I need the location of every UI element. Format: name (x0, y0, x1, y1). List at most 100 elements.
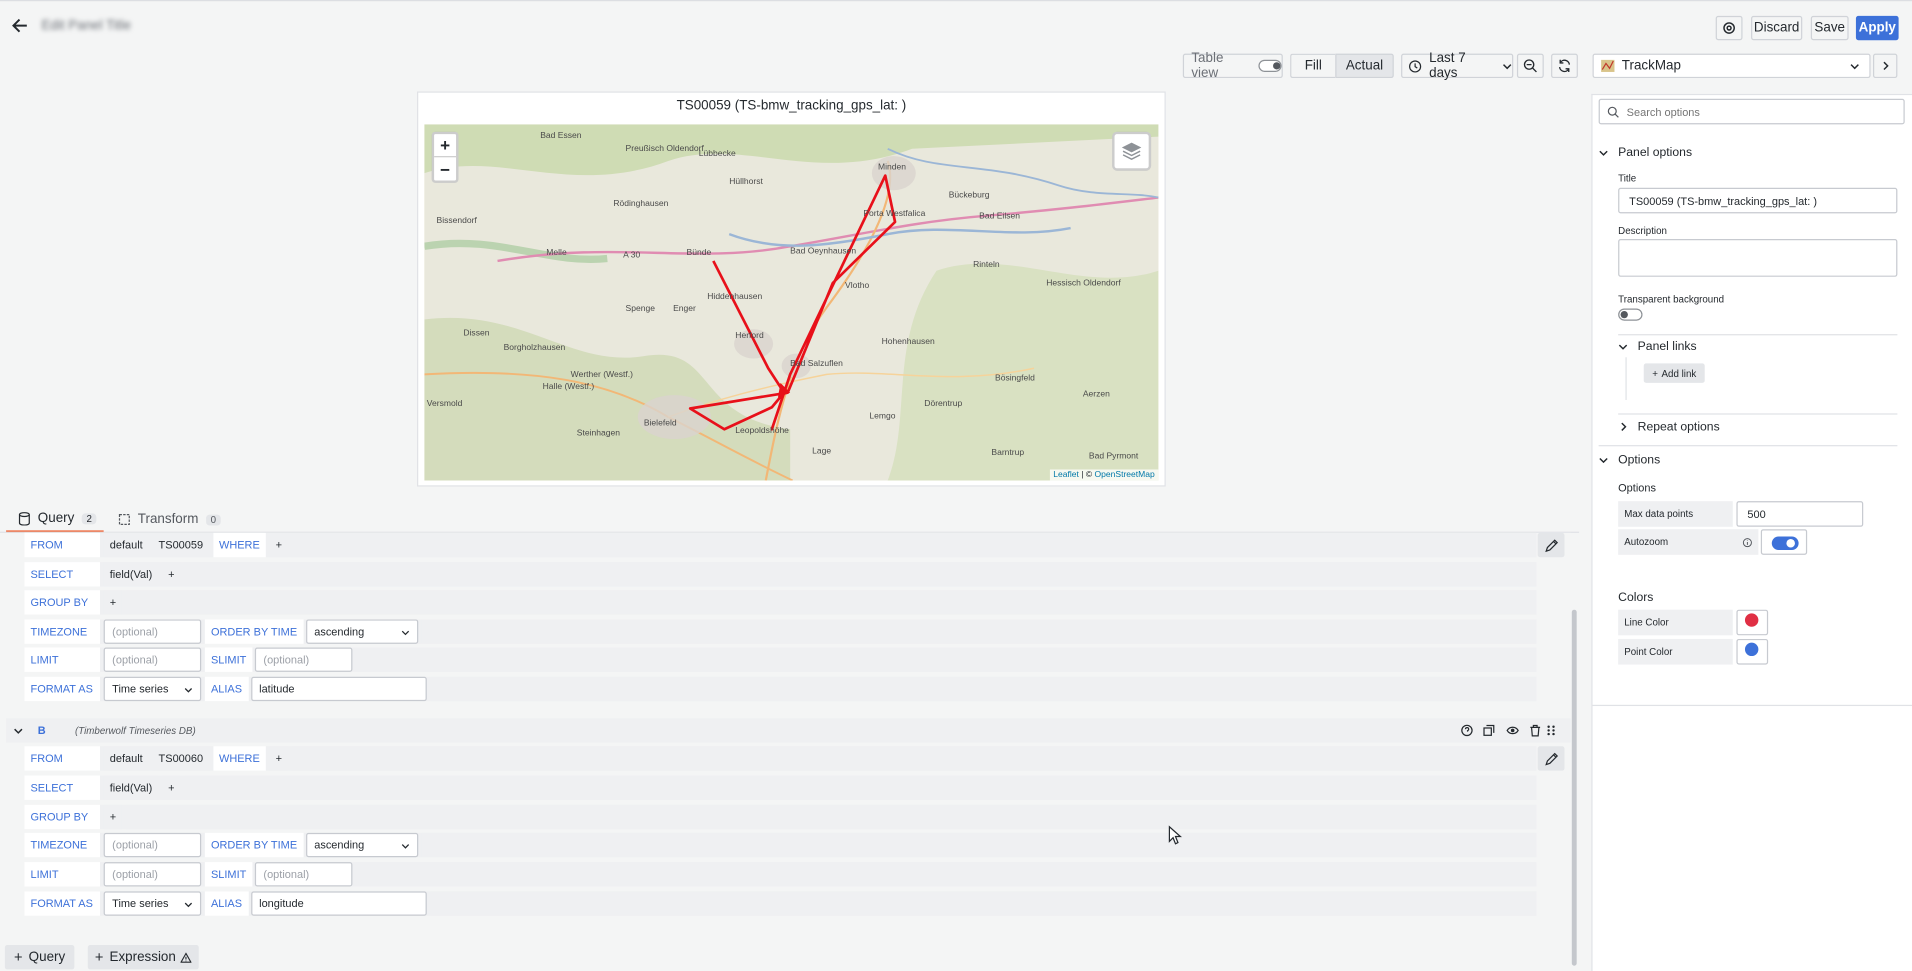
alias-input[interactable]: longitude (250, 891, 427, 916)
format-select[interactable]: Time series (103, 676, 202, 702)
row-filler (125, 590, 1537, 615)
transparent-background-label: Transparent background (1618, 293, 1725, 305)
add-where-button[interactable]: + (269, 746, 289, 771)
table-view-switch[interactable] (1258, 59, 1282, 72)
measurement-selector[interactable]: TS00060 (152, 746, 210, 771)
map-zoom-out-button[interactable]: − (434, 157, 456, 180)
query-b-edit-button[interactable] (1537, 746, 1565, 771)
query-b-select-row: SELECT field(Val) + (24, 775, 1537, 800)
map-place-label: Vlotho (845, 281, 870, 291)
map-place-label: Versmold (426, 399, 463, 409)
help-icon[interactable] (1461, 724, 1473, 737)
alias-input[interactable]: latitude (250, 676, 427, 702)
limit-input[interactable]: (optional) (103, 862, 202, 887)
point-color-swatch[interactable] (1744, 642, 1759, 657)
actual-button[interactable]: Actual (1335, 53, 1394, 79)
add-query-button[interactable]: + Query (4, 945, 75, 970)
fill-button[interactable]: Fill (1290, 53, 1336, 79)
add-expression-label: Expression (109, 949, 176, 965)
tab-transform[interactable]: Transform 0 (116, 506, 226, 533)
limit-keyword: LIMIT (24, 862, 100, 887)
query-a-edit-button[interactable] (1537, 532, 1565, 558)
osm-link[interactable]: OpenStreetMap (1095, 471, 1155, 480)
add-link-button[interactable]: + Add link (1643, 363, 1705, 383)
panel-options-header[interactable]: Panel options (1599, 144, 1898, 161)
row-filler (184, 775, 1537, 800)
query-a-limit-row: LIMIT (optional) SLIMIT (optional) (24, 647, 1537, 672)
query-b-letter[interactable]: B (38, 724, 46, 736)
query-b-timezone-row: TIMEZONE (optional) ORDER BY TIME ascend… (24, 832, 1537, 858)
row-filler (356, 647, 1537, 672)
from-keyword: FROM (24, 746, 100, 771)
eye-icon[interactable] (1506, 724, 1519, 736)
title-label: Title (1618, 173, 1637, 185)
add-group-by-button[interactable]: + (103, 590, 123, 615)
slimit-input[interactable]: (optional) (254, 862, 353, 887)
map-attribution: Leaflet | © OpenStreetMap (1049, 469, 1159, 481)
autozoom-switch[interactable] (1771, 536, 1799, 550)
options-section-header[interactable]: Options (1599, 451, 1898, 468)
options-search-input[interactable] (1626, 105, 1895, 118)
panel-settings-button[interactable] (1715, 15, 1743, 41)
collapse-options-button[interactable] (1872, 53, 1898, 79)
query-a-format-row: FORMAT AS Time series ALIAS latitude (24, 676, 1537, 702)
trash-icon[interactable] (1529, 724, 1541, 737)
add-select-button[interactable]: + (162, 775, 181, 800)
map-place-label: Halle (Westf.) (542, 382, 595, 392)
tab-query[interactable]: Query 2 (6, 506, 104, 533)
add-select-button[interactable]: + (162, 562, 181, 587)
add-group-by-button[interactable]: + (103, 804, 123, 830)
order-select[interactable]: ascending (305, 832, 418, 858)
line-color-swatch[interactable] (1744, 613, 1759, 627)
title-input[interactable]: TS00059 (TS-bmw_tracking_gps_lat: ) (1618, 187, 1898, 214)
query-scrollbar[interactable] (1571, 609, 1577, 966)
row-filler (184, 562, 1537, 587)
select-keyword: SELECT (24, 775, 100, 800)
leaflet-link[interactable]: Leaflet (1053, 471, 1079, 480)
measurement-selector[interactable]: TS00059 (152, 532, 210, 558)
format-select[interactable]: Time series (103, 891, 202, 916)
database-icon (18, 511, 30, 525)
map-place-label: Hiddenhausen (707, 292, 763, 302)
discard-button[interactable]: Discard (1751, 15, 1803, 41)
visualization-picker[interactable]: TrackMap (1592, 53, 1871, 79)
description-textarea[interactable] (1618, 239, 1898, 277)
duplicate-icon[interactable] (1483, 724, 1495, 736)
map-zoom-control: + − (431, 131, 459, 183)
chevron-down-icon (1850, 61, 1860, 71)
max-data-points-input[interactable]: 500 (1736, 501, 1864, 527)
order-select[interactable]: ascending (305, 619, 418, 644)
where-keyword: WHERE (212, 532, 266, 558)
timezone-input[interactable]: (optional) (103, 619, 202, 644)
options-search[interactable] (1598, 98, 1905, 125)
db-selector[interactable]: default (103, 746, 149, 771)
db-selector[interactable]: default (103, 532, 149, 558)
back-arrow-icon[interactable] (10, 16, 30, 36)
panel-links-header[interactable]: Panel links (1618, 338, 1897, 355)
map-layers-button[interactable] (1112, 131, 1152, 171)
limit-input[interactable]: (optional) (103, 647, 202, 672)
map-place-label: Bünde (686, 248, 712, 258)
chevron-down-icon[interactable] (13, 726, 23, 736)
zoom-out-time-button[interactable] (1516, 53, 1544, 79)
refresh-button[interactable] (1551, 53, 1578, 79)
field-selector[interactable]: field(Val) (103, 775, 159, 800)
transparent-background-switch[interactable] (1618, 308, 1643, 321)
table-view-toggle[interactable]: Table view (1182, 51, 1283, 80)
slimit-input[interactable]: (optional) (254, 647, 353, 672)
field-selector[interactable]: field(Val) (103, 562, 159, 587)
map[interactable]: + − Leaflet | © OpenStreetMap Bad Essen P… (424, 124, 1159, 481)
map-place-label: Herford (735, 331, 764, 341)
repeat-options-header[interactable]: Repeat options (1618, 418, 1897, 435)
time-range-picker[interactable]: Last 7 days (1401, 51, 1514, 80)
map-place-label: Spenge (625, 304, 655, 314)
map-zoom-in-button[interactable]: + (434, 134, 457, 158)
drag-handle-icon[interactable] (1546, 724, 1556, 736)
apply-button[interactable]: Apply (1855, 15, 1899, 41)
add-where-button[interactable]: + (269, 532, 289, 558)
timezone-input[interactable]: (optional) (103, 832, 202, 858)
options-bottom-divider (1592, 704, 1912, 707)
save-button[interactable]: Save (1810, 15, 1849, 41)
map-place-label: Bad Salzuflen (790, 359, 843, 369)
add-expression-button[interactable]: + Expression (87, 945, 199, 970)
